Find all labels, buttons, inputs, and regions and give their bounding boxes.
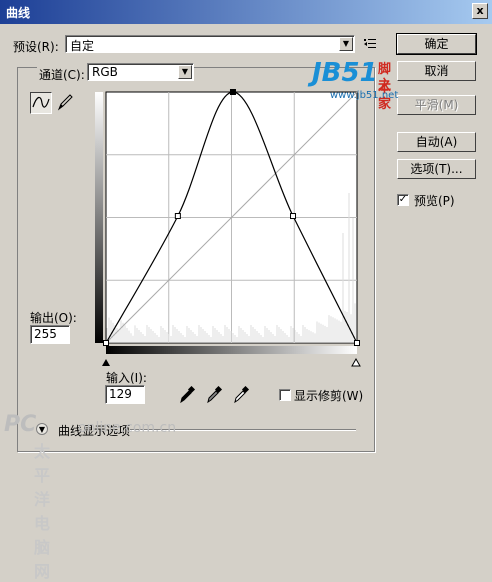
preset-select[interactable]: 自定 ▼ xyxy=(65,35,355,53)
show-clipping-checkbox[interactable] xyxy=(279,389,291,401)
preset-label: 预设(R): xyxy=(13,40,59,54)
pencil-icon xyxy=(57,94,73,111)
cancel-button[interactable]: 取消 xyxy=(397,61,476,81)
preview-checkbox[interactable]: ✓ xyxy=(397,194,409,206)
ok-button[interactable]: 确定 xyxy=(396,33,477,55)
pencil-tool[interactable] xyxy=(55,92,77,114)
input-label: 输入(I): xyxy=(106,371,147,385)
output-field[interactable]: 255 xyxy=(30,325,70,344)
preview-label: 预览(P) xyxy=(414,194,455,208)
options-button[interactable]: 选项(T)... xyxy=(397,159,476,179)
jb51-brand: JB51 xyxy=(312,58,378,88)
curve-point-tool[interactable] xyxy=(30,92,52,114)
curve-control-point xyxy=(290,213,297,220)
curve-control-point xyxy=(103,340,109,346)
curve-icon xyxy=(32,96,50,108)
white-point-slider[interactable] xyxy=(351,357,361,367)
title-bar[interactable]: 曲线 x xyxy=(0,0,492,24)
black-point-slider[interactable] xyxy=(102,359,110,366)
display-options-toggle[interactable]: ▼ xyxy=(36,423,48,435)
white-eyedropper-icon[interactable] xyxy=(232,386,250,404)
curve-control-point xyxy=(354,340,360,346)
output-gradient-bar xyxy=(95,92,103,343)
gray-eyedropper-icon[interactable] xyxy=(205,386,223,404)
input-field[interactable]: 129 xyxy=(105,385,145,404)
pconline-url: online.com.cn xyxy=(78,420,177,436)
input-gradient-bar xyxy=(106,346,357,354)
output-label: 输出(O): xyxy=(30,311,77,325)
channel-label: 通道(C): xyxy=(37,66,87,83)
close-button[interactable]: x xyxy=(472,3,488,19)
chevron-down-icon[interactable]: ▼ xyxy=(178,65,192,79)
chevron-down-icon: ▼ xyxy=(38,425,46,434)
curve-control-point xyxy=(174,213,181,220)
curve-graph[interactable] xyxy=(90,88,375,370)
black-eyedropper-icon[interactable] xyxy=(178,386,196,404)
show-clipping-label: 显示修剪(W) xyxy=(294,389,364,403)
channel-value: RGB xyxy=(92,65,118,79)
window-title: 曲线 xyxy=(6,6,31,20)
auto-button[interactable]: 自动(A) xyxy=(397,132,476,152)
preset-value: 自定 xyxy=(70,39,95,53)
jb51-url: www.jb51.net xyxy=(330,90,399,101)
curve-control-point xyxy=(229,89,236,95)
pconline-cn: 太平洋电脑网 xyxy=(34,442,60,581)
preset-menu-icon[interactable] xyxy=(364,37,378,51)
smooth-button[interactable]: 平滑(M) xyxy=(397,95,476,115)
channel-select[interactable]: RGB ▼ xyxy=(87,63,194,81)
pconline-brand: PC xyxy=(4,412,37,437)
chevron-down-icon[interactable]: ▼ xyxy=(339,37,353,51)
